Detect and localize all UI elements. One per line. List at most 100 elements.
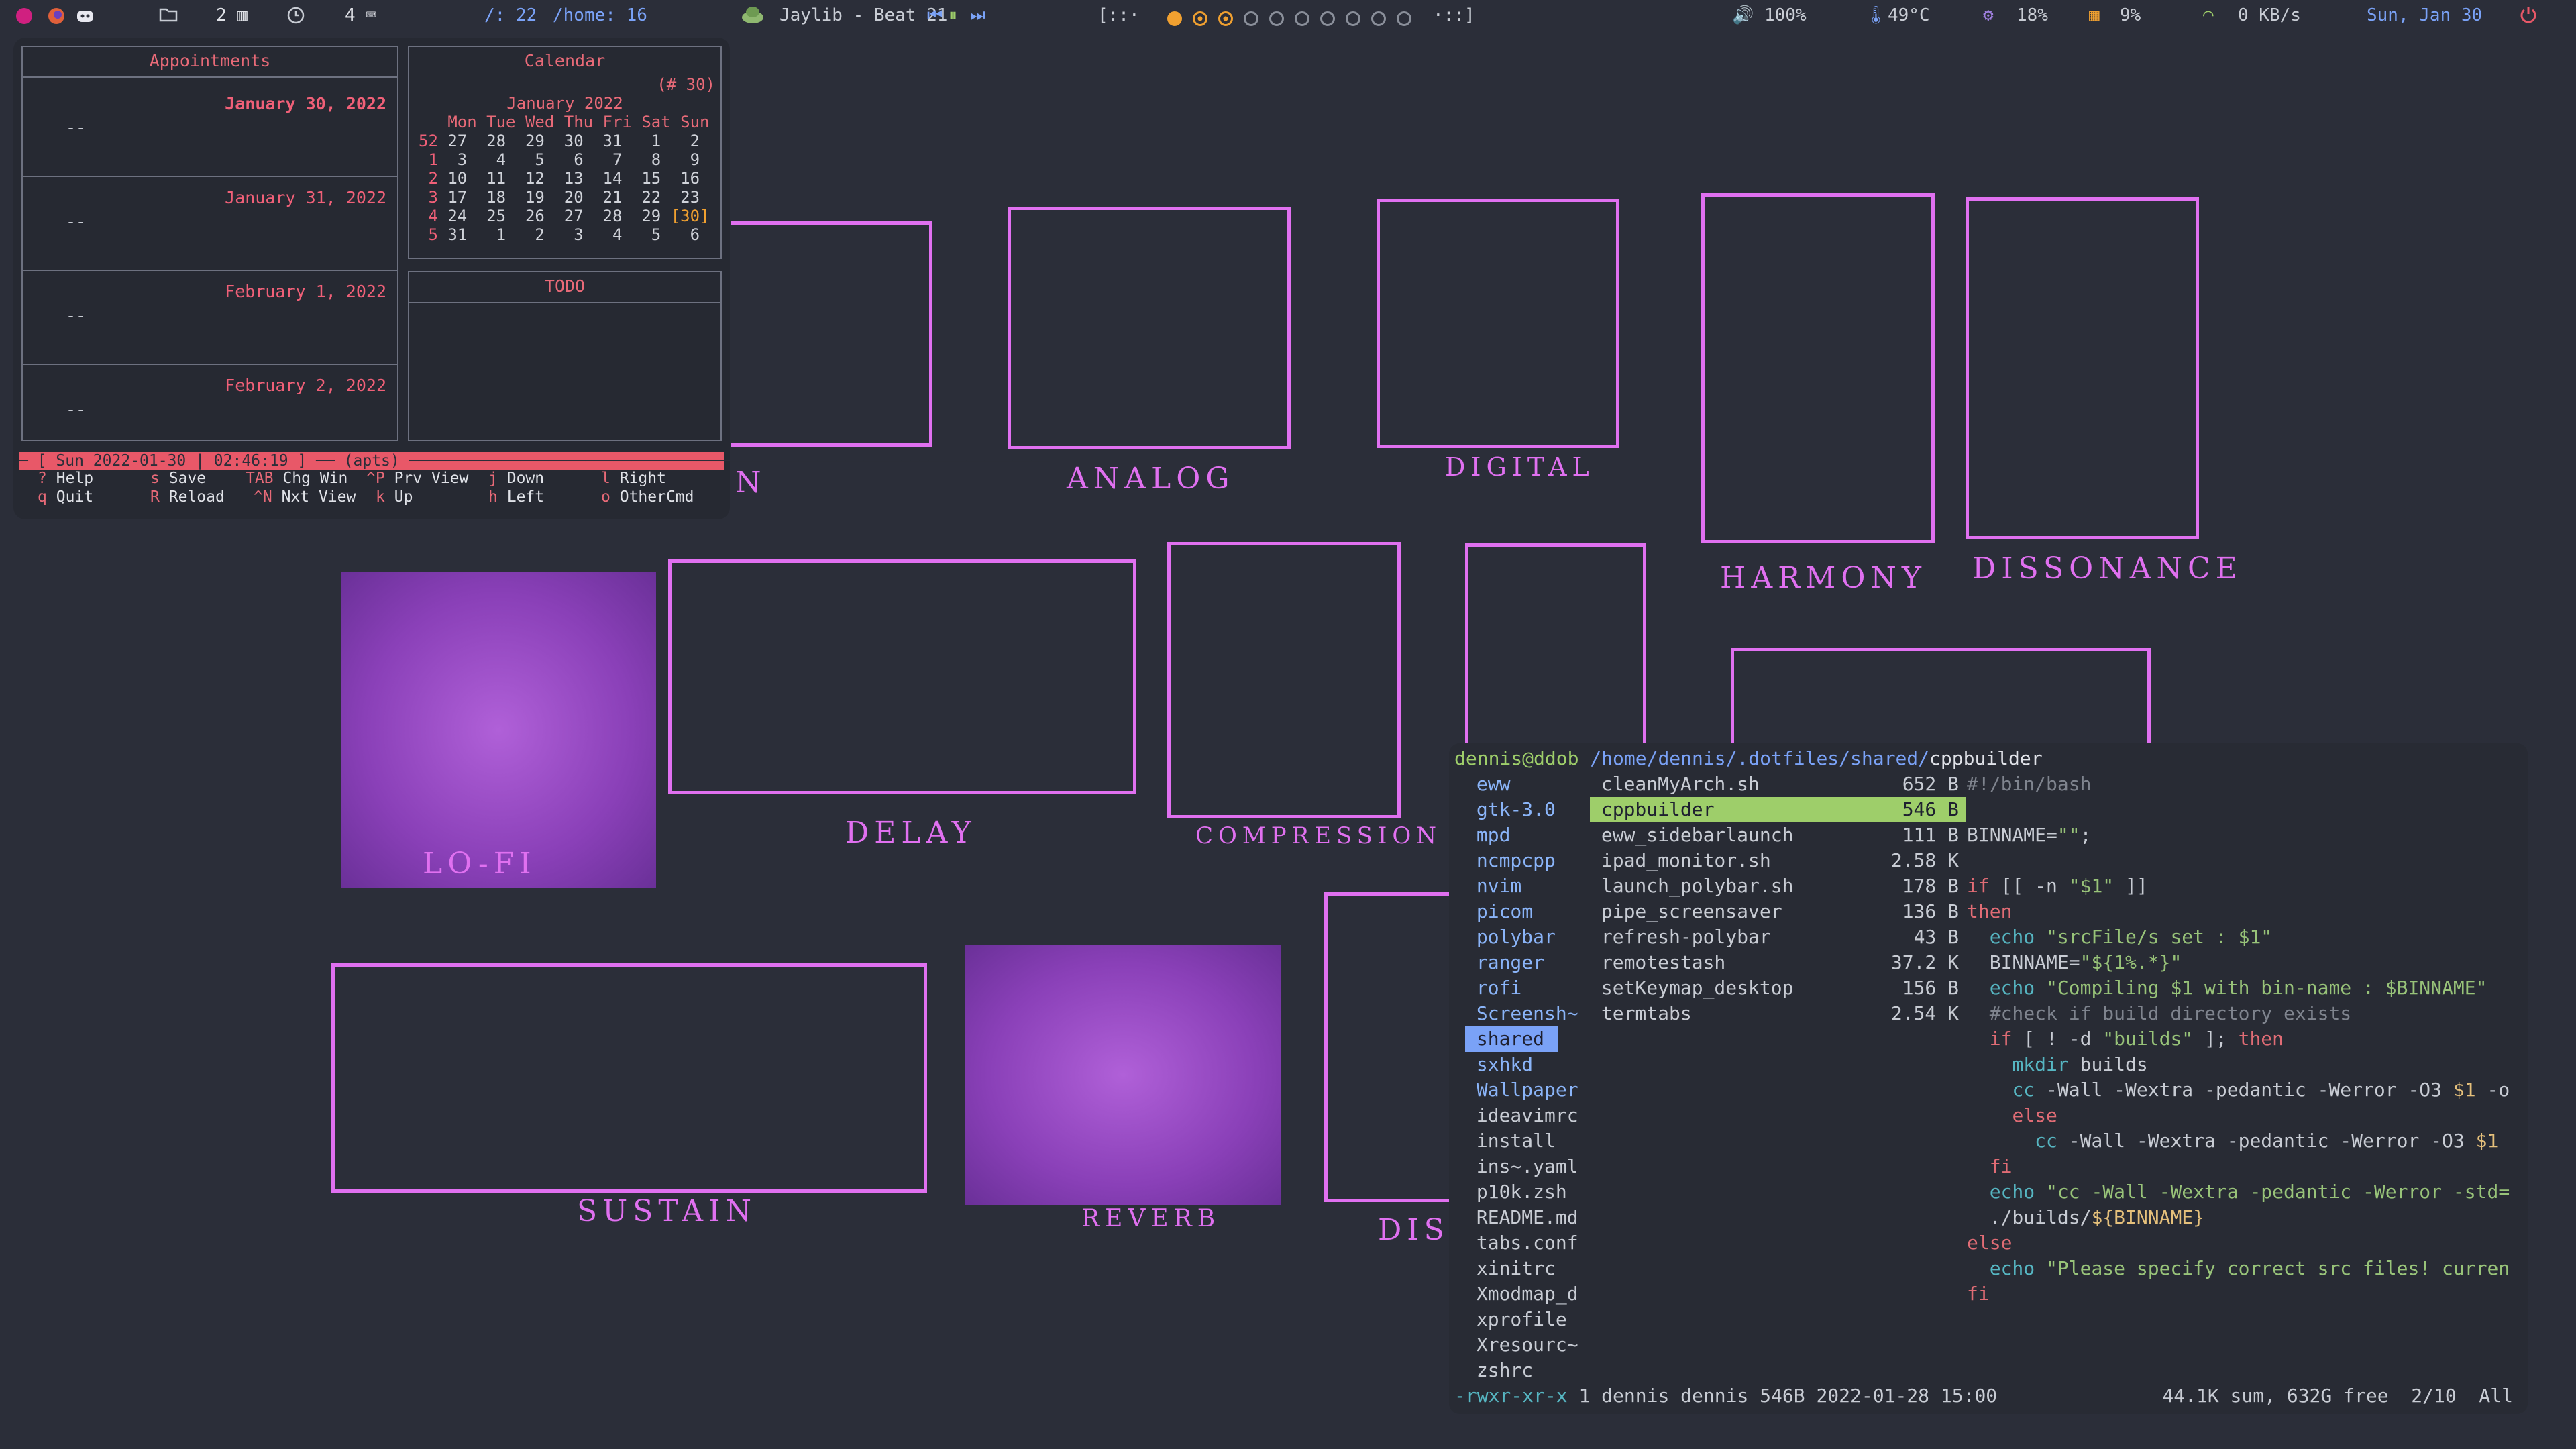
workspace-dot-10[interactable] bbox=[1397, 11, 1411, 26]
directory-entry[interactable]: ncmpcpp bbox=[1465, 848, 1556, 873]
week-days[interactable]: 10 11 12 13 14 15 16 bbox=[438, 169, 700, 188]
week-days[interactable]: 27 28 29 30 31 1 2 bbox=[438, 131, 700, 150]
calendar-week-row[interactable]: 52 27 28 29 30 31 1 2 bbox=[419, 131, 727, 150]
calendar-week-row[interactable]: 4 24 25 26 27 28 29 [30] bbox=[419, 207, 727, 225]
next-view-key[interactable]: ^N Nxt View bbox=[254, 488, 356, 506]
right-key[interactable]: l Right bbox=[601, 470, 666, 487]
dotfile-entry[interactable]: p10k.zsh bbox=[1465, 1179, 1567, 1205]
dotfile-entry[interactable]: xinitrc bbox=[1465, 1256, 1556, 1281]
file-entry[interactable]: cppbuilder 546 B bbox=[1590, 797, 1966, 822]
previous-track-icon[interactable]: ⏮ bbox=[927, 5, 943, 26]
dotfile-entry[interactable]: Xmodmap_d bbox=[1465, 1281, 1578, 1307]
directory-entry[interactable]: gtk-3.0 bbox=[1465, 797, 1556, 822]
directory-entry[interactable]: polybar bbox=[1465, 924, 1556, 950]
file-entry[interactable]: cleanMyArch.sh 652 B bbox=[1590, 771, 1966, 797]
workspace-dot-5[interactable] bbox=[1269, 11, 1284, 26]
workspace-dot-2[interactable] bbox=[1193, 11, 1208, 26]
directory-entry[interactable]: sxhkd bbox=[1465, 1052, 1533, 1077]
up-key[interactable]: k Up bbox=[376, 488, 413, 506]
file-entry[interactable]: refresh-polybar 43 B bbox=[1590, 924, 1966, 950]
directory-entry[interactable]: mpd bbox=[1465, 822, 1511, 848]
workspace-4[interactable]: 4 ⌨ bbox=[345, 5, 376, 25]
appointment-entry[interactable]: -- bbox=[66, 212, 86, 231]
appointment-date[interactable]: January 30, 2022 bbox=[225, 94, 386, 113]
folder-icon[interactable] bbox=[158, 5, 178, 29]
arch-launcher-icon[interactable] bbox=[15, 7, 34, 30]
directory-entry[interactable]: ranger bbox=[1465, 950, 1544, 975]
appointment-date[interactable]: February 2, 2022 bbox=[225, 376, 386, 395]
dotfile-entry[interactable]: Xresourc~ bbox=[1465, 1332, 1578, 1358]
pause-icon[interactable]: ⏸ bbox=[949, 5, 957, 26]
calendar-panel[interactable]: Calendar (# 30) January 2022 Mon Tue Wed… bbox=[408, 46, 722, 259]
directory-entry[interactable]: nvim bbox=[1465, 873, 1521, 899]
file-entry[interactable]: ipad_monitor.sh 2.58 K bbox=[1590, 848, 1966, 873]
file-entry[interactable]: setKeymap_desktop 156 B bbox=[1590, 975, 1966, 1001]
workspace-dot-8[interactable] bbox=[1346, 11, 1360, 26]
workspace-2[interactable]: 2 ▥ bbox=[216, 5, 248, 25]
artwork-frame-1 bbox=[731, 221, 932, 447]
dotfile-entry[interactable]: xprofile bbox=[1465, 1307, 1567, 1332]
wifi-icon[interactable]: ◠ bbox=[2203, 5, 2214, 25]
workspace-dot-4[interactable] bbox=[1244, 11, 1258, 26]
next-track-icon[interactable]: ⏭ bbox=[970, 5, 985, 26]
change-window-key[interactable]: TAB Chg Win bbox=[246, 470, 347, 487]
help-key[interactable]: ? Help bbox=[38, 470, 93, 487]
directory-entry[interactable]: Screensh~ bbox=[1465, 1001, 1578, 1026]
appointment-date[interactable]: January 31, 2022 bbox=[225, 188, 386, 207]
file-entry[interactable]: remotestash 37.2 K bbox=[1590, 950, 1966, 975]
workspace-dot-6[interactable] bbox=[1295, 11, 1309, 26]
dotfile-entry[interactable]: README.md bbox=[1465, 1205, 1578, 1230]
ranger-terminal[interactable]: dennis@ddob /home/dennis/.dotfiles/share… bbox=[1449, 743, 2528, 1414]
directory-entry[interactable]: eww bbox=[1465, 771, 1511, 797]
today-marker[interactable]: [30] bbox=[671, 207, 710, 225]
dotfile-entry[interactable]: zshrc bbox=[1465, 1358, 1533, 1383]
directory-entry[interactable]: Wallpaper bbox=[1465, 1077, 1578, 1103]
volume-value[interactable]: 100% bbox=[1764, 5, 1807, 25]
calendar-week-row[interactable]: 2 10 11 12 13 14 15 16 bbox=[419, 169, 727, 188]
down-key[interactable]: j Down bbox=[488, 470, 544, 487]
appointment-entry[interactable]: -- bbox=[66, 118, 86, 138]
appointment-entry[interactable]: -- bbox=[66, 306, 86, 325]
quit-key[interactable]: q Quit bbox=[38, 488, 93, 506]
workspace-dot-9[interactable] bbox=[1371, 11, 1386, 26]
calendar-week-row[interactable]: 1 3 4 5 6 7 8 9 bbox=[419, 150, 727, 169]
todo-panel[interactable]: TODO bbox=[408, 271, 722, 441]
workspace-indicators[interactable] bbox=[1167, 8, 1422, 28]
appointments-panel[interactable]: Appointments January 30, 2022 -- January… bbox=[21, 46, 398, 441]
directory-entry[interactable]: rofi bbox=[1465, 975, 1521, 1001]
discord-icon[interactable] bbox=[75, 7, 95, 30]
calcurse-window[interactable]: Appointments January 30, 2022 -- January… bbox=[13, 38, 1050, 519]
left-key[interactable]: h Left bbox=[488, 488, 544, 506]
clock-icon[interactable] bbox=[286, 5, 306, 30]
directory-entry[interactable]: shared bbox=[1465, 1026, 1558, 1052]
reload-key[interactable]: R Reload bbox=[150, 488, 225, 506]
dotfile-entry[interactable]: ideavimrc bbox=[1465, 1103, 1578, 1128]
firefox-icon[interactable] bbox=[47, 7, 66, 30]
week-days[interactable]: 3 4 5 6 7 8 9 bbox=[438, 150, 700, 169]
appointment-entry[interactable]: -- bbox=[66, 400, 86, 419]
calendar-week-row[interactable]: 5 31 1 2 3 4 5 6 bbox=[419, 225, 727, 244]
week-days[interactable]: 31 1 2 3 4 5 6 bbox=[438, 225, 700, 244]
volume-icon[interactable]: 🔊 bbox=[1732, 5, 1754, 25]
workspace-dot-7[interactable] bbox=[1320, 11, 1335, 26]
dotfile-entry[interactable]: install bbox=[1465, 1128, 1556, 1154]
date[interactable]: Sun, Jan 30 bbox=[2367, 5, 2482, 25]
directory-entry[interactable]: picom bbox=[1465, 899, 1533, 924]
other-command-key[interactable]: o OtherCmd bbox=[601, 488, 694, 506]
workspace-dot-1[interactable] bbox=[1167, 11, 1182, 26]
previous-view-key[interactable]: ^P Prv View bbox=[366, 470, 468, 487]
file-entry[interactable]: termtabs 2.54 K bbox=[1590, 1001, 1966, 1026]
workspace-dot-3[interactable] bbox=[1218, 11, 1233, 26]
calendar-title: Calendar bbox=[524, 51, 606, 70]
week-days[interactable]: 24 25 26 27 28 29 bbox=[438, 207, 671, 225]
save-key[interactable]: s Save bbox=[150, 470, 206, 487]
file-entry[interactable]: pipe_screensaver 136 B bbox=[1590, 899, 1966, 924]
power-icon[interactable] bbox=[2518, 4, 2538, 30]
week-days[interactable]: 17 18 19 20 21 22 23 bbox=[438, 188, 700, 207]
appointment-date[interactable]: February 1, 2022 bbox=[225, 282, 386, 301]
calendar-week-row[interactable]: 3 17 18 19 20 21 22 23 bbox=[419, 188, 727, 207]
dotfile-entry[interactable]: ins~.yaml bbox=[1465, 1154, 1578, 1179]
dotfile-entry[interactable]: tabs.conf bbox=[1465, 1230, 1578, 1256]
file-entry[interactable]: launch_polybar.sh 178 B bbox=[1590, 873, 1966, 899]
file-entry[interactable]: eww_sidebarlaunch 111 B bbox=[1590, 822, 1966, 848]
